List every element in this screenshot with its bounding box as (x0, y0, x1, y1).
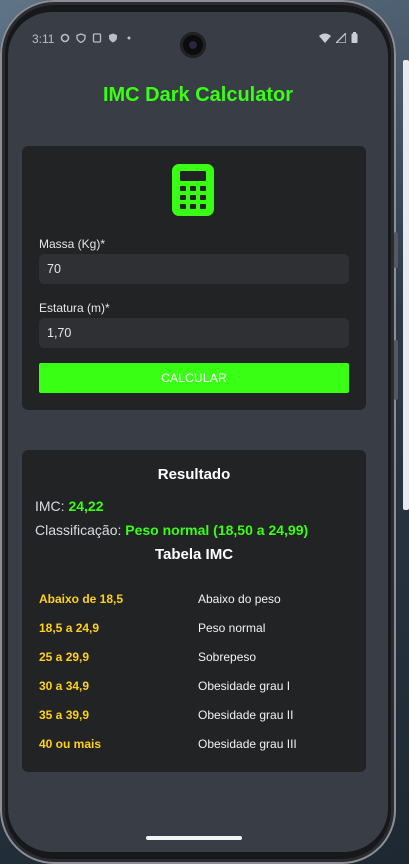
storage-icon (92, 33, 102, 43)
app-screen: 3:11 IMC Dark Calculator Massa (Kg)* 70 … (8, 12, 388, 852)
height-input[interactable] (39, 318, 349, 348)
classification-line: Classificação: Peso normal (18,50 a 24,9… (35, 522, 308, 538)
wifi-icon (319, 33, 331, 43)
table-range: Abaixo de 18,5 (39, 592, 124, 606)
settings-icon (60, 33, 70, 43)
classification-value: Peso normal (18,50 a 24,99) (125, 522, 309, 538)
table-row: Abaixo de 18,5 Abaixo do peso (22, 592, 366, 612)
height-label: Estatura (m)* (39, 301, 110, 315)
table-row: 25 a 29,9 Sobrepeso (22, 650, 366, 670)
power-button (394, 340, 398, 400)
table-row: 30 a 34,9 Obesidade grau I (22, 679, 366, 699)
status-right-icons (319, 32, 358, 43)
table-range: 25 a 29,9 (39, 650, 90, 664)
table-classification: Sobrepeso (198, 650, 257, 664)
phone-frame: 3:11 IMC Dark Calculator Massa (Kg)* 70 … (0, 0, 398, 864)
mass-input[interactable] (39, 254, 349, 284)
status-time: 3:11 (32, 32, 55, 46)
home-indicator[interactable] (146, 836, 242, 840)
status-left-icons (60, 33, 134, 43)
mass-label: Massa (Kg)* (39, 237, 106, 251)
table-classification: Obesidade grau II (198, 708, 294, 722)
table-classification: Peso normal (198, 621, 266, 635)
imc-table-title: Tabela IMC (154, 546, 234, 563)
result-title: Resultado (157, 466, 231, 483)
table-row: 18,5 a 24,9 Peso normal (22, 621, 366, 641)
table-row: 35 a 39,9 Obesidade grau II (22, 708, 366, 728)
table-row: 40 ou mais Obesidade grau III (22, 737, 366, 757)
calculate-button[interactable]: CALCULAR (39, 363, 349, 393)
signal-icon (336, 32, 346, 43)
table-range: 35 a 39,9 (39, 708, 90, 722)
table-classification: Obesidade grau I (198, 679, 291, 693)
classification-label: Classificação: (35, 522, 122, 538)
input-card: Massa (Kg)* Estatura (m)* CALCULAR (22, 146, 366, 410)
table-classification: Abaixo do peso (198, 592, 281, 606)
imc-value: 24,22 (68, 498, 104, 514)
volume-button (394, 232, 398, 268)
vpn-shield-icon (109, 33, 117, 43)
table-range: 30 a 34,9 (39, 679, 90, 693)
battery-icon (351, 32, 358, 43)
imc-label: IMC: (35, 498, 65, 514)
table-range: 18,5 a 24,9 (39, 621, 100, 635)
calculator-icon (172, 164, 214, 216)
result-card: Resultado IMC: 24,22 Classificação: Peso… (22, 450, 366, 772)
front-camera (180, 32, 206, 58)
table-range: 40 ou mais (39, 737, 102, 751)
dot-icon (127, 36, 131, 40)
imc-line: IMC: 24,22 (35, 498, 104, 514)
background-window-edge (403, 60, 409, 510)
table-classification: Obesidade grau III (198, 737, 297, 751)
app-title: IMC Dark Calculator (102, 84, 294, 106)
status-bar: 3:11 (8, 12, 388, 58)
shield-icon (76, 33, 86, 43)
